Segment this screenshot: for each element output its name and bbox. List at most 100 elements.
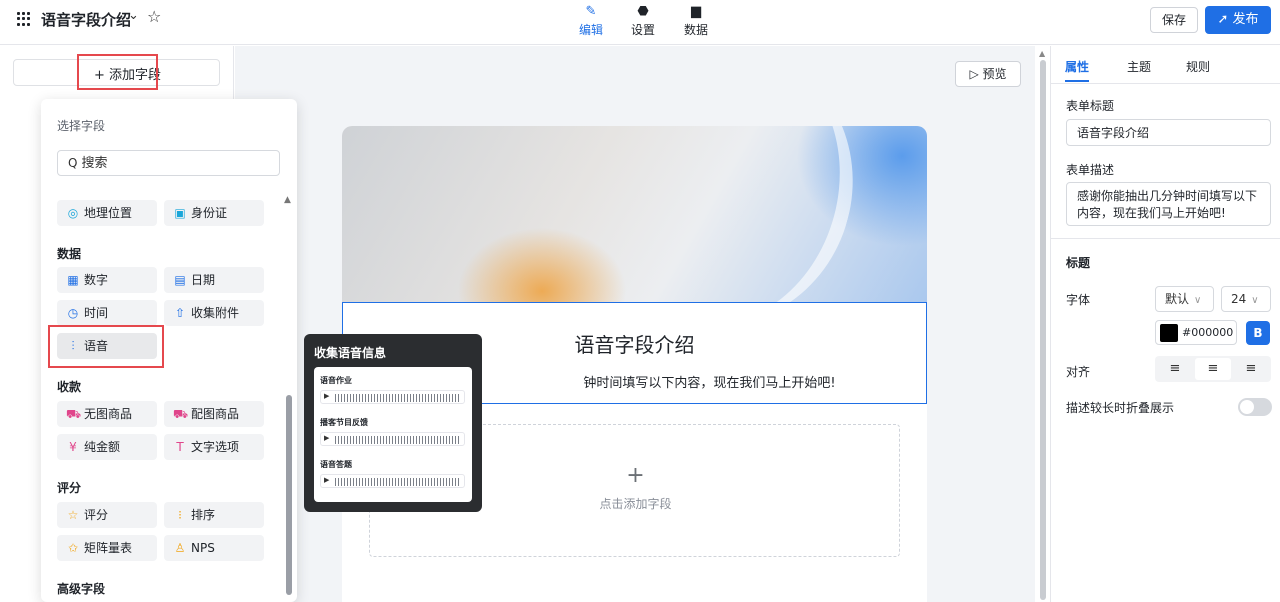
text-option-icon: T bbox=[176, 440, 184, 454]
font-label: 字体 bbox=[1066, 293, 1091, 307]
scroll-up-icon[interactable]: ▲ bbox=[1039, 49, 1045, 58]
align-right-button[interactable]: ≡ bbox=[1233, 358, 1269, 380]
align-left-button[interactable]: ≡ bbox=[1157, 358, 1193, 380]
tooltip-preview-card: 语音作业 ▶ 播客节目反馈 ▶ 语音答题 ▶ bbox=[314, 367, 472, 502]
audio-player: ▶ bbox=[320, 474, 465, 488]
picker-title: 选择字段 bbox=[57, 119, 106, 133]
divider bbox=[1051, 238, 1280, 239]
tab-edit[interactable]: ✎ 编辑 bbox=[571, 3, 611, 38]
font-family-select[interactable]: 默认 ∨ bbox=[1155, 286, 1214, 312]
audio-sample-label: 语音答题 bbox=[320, 460, 352, 469]
field-chip-amount[interactable]: ¥ 纯金额 bbox=[57, 434, 157, 460]
publish-button[interactable]: ➚ 发布 bbox=[1205, 6, 1271, 34]
yen-icon: ¥ bbox=[69, 440, 77, 454]
chevron-down-icon[interactable]: ⌄ bbox=[128, 8, 139, 23]
scrollbar-thumb[interactable] bbox=[1040, 60, 1046, 600]
form-name[interactable]: 语音字段介绍 bbox=[41, 9, 131, 30]
id-card-icon: ▣ bbox=[174, 206, 186, 220]
collapse-label: 描述较长时折叠展示 bbox=[1066, 401, 1175, 415]
tab-settings[interactable]: ⬣ 设置 bbox=[623, 3, 663, 38]
form-banner[interactable] bbox=[342, 126, 927, 355]
sort-icon: ⁝ bbox=[178, 508, 182, 522]
group-title-rating: 评分 bbox=[57, 481, 82, 495]
form-desc-input[interactable]: 感谢你能抽出几分钟时间填写以下内容，现在我们马上开始吧! bbox=[1066, 182, 1271, 226]
apps-grid-icon[interactable] bbox=[17, 12, 31, 26]
thumbs-up-icon: ♙ bbox=[174, 541, 186, 555]
tab-data[interactable]: ▆ 数据 bbox=[676, 3, 716, 38]
audio-sample-label: 语音作业 bbox=[320, 376, 352, 385]
preview-button[interactable]: ▷ 预览 bbox=[955, 61, 1021, 87]
align-center-button[interactable]: ≡ bbox=[1195, 358, 1231, 380]
color-swatch bbox=[1160, 324, 1178, 342]
pencil-icon: ✎ bbox=[585, 4, 597, 19]
field-chip-time[interactable]: ◷ 时间 bbox=[57, 300, 157, 326]
play-icon: ▶ bbox=[324, 476, 330, 484]
field-chip-nps[interactable]: ♙ NPS bbox=[164, 535, 264, 561]
field-chip-text-option[interactable]: T 文字选项 bbox=[164, 434, 264, 460]
divider bbox=[1051, 83, 1280, 84]
save-button[interactable]: 保存 bbox=[1150, 7, 1198, 33]
field-chip-rating[interactable]: ☆ 评分 bbox=[57, 502, 157, 528]
star-icon[interactable]: ☆ bbox=[147, 7, 161, 26]
audio-player: ▶ bbox=[320, 390, 465, 404]
waveform bbox=[335, 478, 461, 486]
collapse-desc-toggle[interactable] bbox=[1238, 398, 1272, 416]
upload-icon: ⇧ bbox=[174, 306, 186, 320]
tab-theme[interactable]: 主题 bbox=[1127, 58, 1151, 75]
matrix-star-icon: ✩ bbox=[67, 541, 79, 555]
star-icon: ☆ bbox=[67, 508, 79, 522]
field-search-input[interactable]: Q 搜索 bbox=[57, 150, 280, 176]
waveform bbox=[335, 436, 461, 444]
field-chip-product-noimg[interactable]: ⛟ 无图商品 bbox=[57, 401, 157, 427]
tooltip-title: 收集语音信息 bbox=[314, 346, 387, 360]
highlight-box bbox=[48, 325, 164, 368]
tab-properties[interactable]: 属性 bbox=[1065, 58, 1089, 75]
cart-icon: ⛟ bbox=[66, 407, 82, 421]
group-title-advanced: 高级字段 bbox=[57, 582, 106, 596]
color-picker[interactable]: #000000 bbox=[1155, 320, 1237, 345]
number-icon: ▦ bbox=[67, 273, 79, 287]
play-icon: ▶ bbox=[324, 392, 330, 400]
calendar-icon: ▤ bbox=[174, 273, 186, 287]
location-icon: ◎ bbox=[67, 206, 79, 220]
play-icon: ▶ bbox=[324, 434, 330, 442]
field-chip-location[interactable]: ◎ 地理位置 bbox=[57, 200, 157, 226]
search-icon: Q bbox=[68, 156, 78, 170]
toggle-knob bbox=[1240, 400, 1254, 414]
heading-section-label: 标题 bbox=[1066, 256, 1091, 270]
field-chip-date[interactable]: ▤ 日期 bbox=[164, 267, 264, 293]
field-chip-matrix[interactable]: ✩ 矩阵量表 bbox=[57, 535, 157, 561]
form-title-input[interactable]: 语音字段介绍 bbox=[1066, 119, 1271, 146]
form-desc-label: 表单描述 bbox=[1066, 163, 1115, 177]
scrollbar-thumb[interactable] bbox=[286, 395, 292, 595]
bar-chart-icon: ▆ bbox=[691, 4, 701, 19]
send-icon: ➚ bbox=[1217, 12, 1229, 27]
field-chip-id-card[interactable]: ▣ 身份证 bbox=[164, 200, 264, 226]
align-button-group: ≡ ≡ ≡ bbox=[1155, 356, 1271, 382]
field-chip-sort[interactable]: ⁝ 排序 bbox=[164, 502, 264, 528]
field-chip-attachment[interactable]: ⇧ 收集附件 bbox=[164, 300, 264, 326]
highlight-box bbox=[77, 54, 158, 90]
scroll-up-icon[interactable]: ▲ bbox=[284, 195, 291, 205]
align-label: 对齐 bbox=[1066, 365, 1091, 379]
audio-player: ▶ bbox=[320, 432, 465, 446]
waveform bbox=[335, 394, 461, 402]
field-chip-number[interactable]: ▦ 数字 bbox=[57, 267, 157, 293]
active-tab-indicator bbox=[1065, 80, 1089, 82]
picker-scrollbar[interactable]: ▲ bbox=[284, 195, 294, 597]
audio-field-tooltip: 收集语音信息 语音作业 ▶ 播客节目反馈 ▶ 语音答题 ▶ bbox=[304, 334, 482, 512]
gear-icon: ⬣ bbox=[637, 4, 649, 19]
image-cart-icon: ⛟ bbox=[173, 407, 189, 421]
field-chip-product-img[interactable]: ⛟ 配图商品 bbox=[164, 401, 264, 427]
tab-rules[interactable]: 规则 bbox=[1186, 58, 1210, 75]
chevron-down-icon: ∨ bbox=[1251, 295, 1259, 306]
group-title-data: 数据 bbox=[57, 247, 82, 261]
font-size-select[interactable]: 24 ∨ bbox=[1221, 286, 1271, 312]
form-canvas: ▷ 预览 语音字段介绍 钟时间填写以下内容，现在我们马上开始吧! + 点击添加字… bbox=[235, 46, 1035, 602]
audio-sample-label: 播客节目反馈 bbox=[320, 418, 368, 427]
form-title-label: 表单标题 bbox=[1066, 99, 1115, 113]
canvas-scrollbar[interactable]: ▲ bbox=[1037, 46, 1049, 602]
clock-icon: ◷ bbox=[67, 306, 79, 320]
bold-button[interactable]: B bbox=[1246, 321, 1270, 345]
top-bar: 语音字段介绍 ⌄ ☆ ✎ 编辑 ⬣ 设置 ▆ 数据 保存 ➚ 发布 bbox=[0, 0, 1280, 45]
